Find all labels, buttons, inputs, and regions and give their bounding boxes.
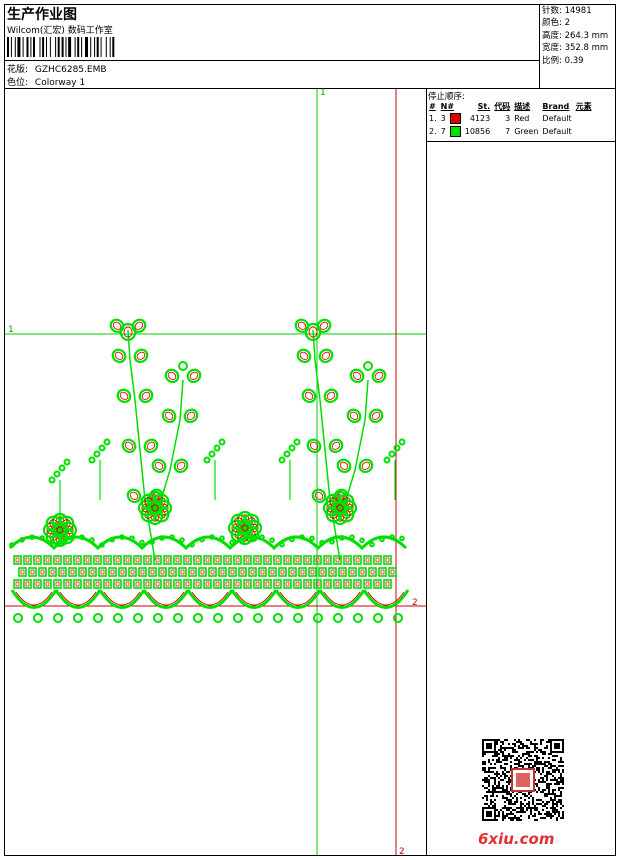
watermark: 6xiu.com — [478, 830, 555, 848]
guide-label-top: 1 — [320, 88, 326, 98]
guide-label-right: 2 — [412, 598, 418, 608]
lace-embroidery — [8, 318, 410, 623]
qr-code — [482, 739, 564, 821]
guide-label-left: 1 — [8, 325, 14, 335]
guide-label-bottom: 2 — [399, 847, 405, 857]
embroidery-design — [5, 89, 426, 855]
